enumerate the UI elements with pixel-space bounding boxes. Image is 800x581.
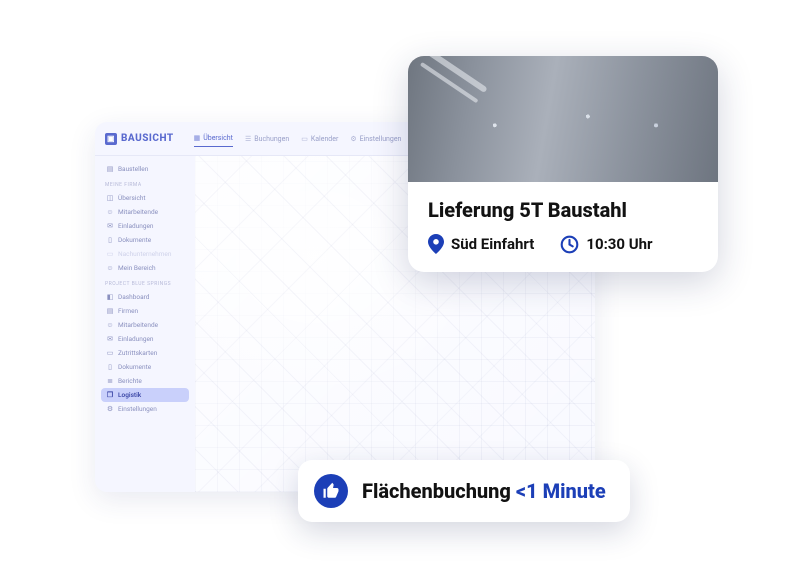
mail-icon: ✉ [106,222,114,230]
badge-text: Flächenbuchung <1 Minute [362,479,606,503]
thumbs-up-icon [314,474,348,508]
sidebar-item-dokumente[interactable]: ▯Dokumente [101,233,189,247]
brand-logo-icon: ▣ [105,133,117,145]
tab-kalender[interactable]: ▭ Kalender [301,130,338,147]
sidebar-item-einladungen-2[interactable]: ✉Einladungen [101,332,189,346]
delivery-title: Lieferung 5T Baustahl [428,198,698,222]
gear-icon: ⚙ [350,135,356,143]
clock-icon [560,235,579,254]
people-icon: ☺ [106,208,114,216]
sidebar-item-mein-bereich[interactable]: ☺Mein Bereich [101,261,189,275]
sidebar-section-project: PROJECT BLUE SPRINGS [105,281,185,287]
delivery-time: 10:30 Uhr [560,235,652,254]
sidebar-item-mitarbeitende[interactable]: ☺Mitarbeitende [101,205,189,219]
overview-icon: ◫ [106,194,114,202]
badge-flaechenbuchung: Flächenbuchung <1 Minute [298,460,630,522]
dashboard-icon: ◧ [106,293,114,301]
sidebar-item-logistik[interactable]: ❐Logistik [101,388,189,402]
list-icon: ☰ [245,135,251,143]
tab-einstellungen[interactable]: ⚙ Einstellungen [350,130,401,147]
tab-uebersicht[interactable]: ▦ Übersicht [194,130,233,147]
sidebar-item-baustellen[interactable]: ▤ Baustellen [101,162,189,176]
sidebar-item-berichte[interactable]: ≣Berichte [101,374,189,388]
doc-icon: ▯ [106,363,114,371]
sidebar-item-mitarbeitende-2[interactable]: ☺Mitarbeitende [101,318,189,332]
sub-icon: ▭ [106,250,114,258]
sidebar-item-einstellungen[interactable]: ⚙Einstellungen [101,402,189,416]
sidebar-item-uebersicht[interactable]: ◫Übersicht [101,191,189,205]
sidebar: ▤ Baustellen MEINE FIRMA ◫Übersicht ☺Mit… [95,156,195,492]
delivery-time-text: 10:30 Uhr [586,235,652,253]
sidebar-item-zutrittskarten[interactable]: ▭Zutrittskarten [101,346,189,360]
delivery-image-steel [408,56,718,182]
report-icon: ≣ [106,377,114,385]
delivery-card: Lieferung 5T Baustahl Süd Einfahrt 10:30… [408,56,718,272]
doc-icon: ▯ [106,236,114,244]
people-icon: ☺ [106,321,114,329]
pin-icon [428,234,444,254]
card-icon: ▭ [106,349,114,357]
building-icon: ▤ [106,165,114,173]
delivery-meta: Süd Einfahrt 10:30 Uhr [428,234,698,254]
brand-name: BAUSICHT [121,133,174,144]
sidebar-item-firmen[interactable]: ▤Firmen [101,304,189,318]
user-icon: ☺ [106,264,114,272]
company-icon: ▤ [106,307,114,315]
calendar-icon: ▭ [301,135,308,143]
delivery-location: Süd Einfahrt [428,234,534,254]
sidebar-item-dokumente-2[interactable]: ▯Dokumente [101,360,189,374]
sidebar-item-nachunternehmen[interactable]: ▭Nachunternehmen [101,247,189,261]
delivery-location-text: Süd Einfahrt [451,235,534,253]
truck-icon: ❐ [106,391,114,399]
delivery-body: Lieferung 5T Baustahl Süd Einfahrt 10:30… [408,182,718,272]
header-tabs: ▦ Übersicht ☰ Buchungen ▭ Kalender ⚙ Ein… [194,130,402,147]
brand: ▣ BAUSICHT [105,133,174,145]
sidebar-item-einladungen[interactable]: ✉Einladungen [101,219,189,233]
sidebar-item-dashboard[interactable]: ◧Dashboard [101,290,189,304]
tab-buchungen[interactable]: ☰ Buchungen [245,130,289,147]
grid-icon: ▦ [194,134,201,142]
sidebar-section-meine-firma: MEINE FIRMA [105,182,185,188]
badge-text-highlight: <1 Minute [516,479,606,503]
gear-icon: ⚙ [106,405,114,413]
badge-text-main: Flächenbuchung [362,479,511,503]
mail-icon: ✉ [106,335,114,343]
